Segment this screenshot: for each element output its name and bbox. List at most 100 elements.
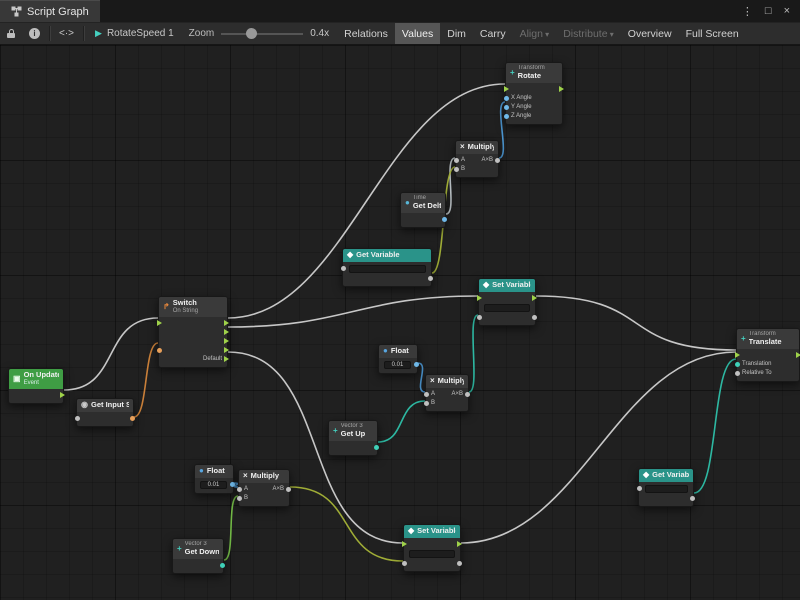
value-field[interactable] <box>484 304 530 312</box>
node-on-update[interactable]: ▣On UpdateEvent <box>8 368 64 404</box>
value-port[interactable] <box>477 315 482 320</box>
node-body: X AngleY AngleZ Angle <box>506 83 562 124</box>
node-header: ▣On UpdateEvent <box>9 369 63 389</box>
node-row <box>329 443 377 452</box>
flow-port[interactable] <box>477 295 482 301</box>
value-port[interactable] <box>454 167 459 172</box>
value-port[interactable] <box>465 392 470 397</box>
zoom-slider-thumb[interactable] <box>246 28 257 39</box>
value-port[interactable] <box>457 561 462 566</box>
float-port[interactable] <box>230 482 235 487</box>
toolbar-button-relations[interactable]: Relations <box>337 23 395 44</box>
node-multiply-top[interactable]: ×MultiplyAA×BB <box>455 140 499 178</box>
node-row <box>404 549 460 559</box>
window-menu-icon[interactable]: ⋮ <box>736 5 759 18</box>
value-port[interactable] <box>424 401 429 406</box>
value-port[interactable] <box>424 392 429 397</box>
info-button[interactable] <box>22 23 47 44</box>
node-vector3-get-up[interactable]: +Vector 3Get Up <box>328 420 378 456</box>
vector3-port[interactable] <box>220 563 225 568</box>
value-port[interactable] <box>75 416 80 421</box>
tab-script-graph[interactable]: Script Graph <box>0 0 100 22</box>
flow-port[interactable] <box>559 86 564 92</box>
info-icon <box>29 28 40 39</box>
float-port[interactable] <box>442 217 447 222</box>
flow-port[interactable] <box>224 356 229 362</box>
value-field[interactable]: 0.01 <box>200 481 227 489</box>
value-port[interactable] <box>402 561 407 566</box>
value-field[interactable] <box>645 485 688 493</box>
node-multiply-bottom[interactable]: ×MultiplyAA×BB <box>238 469 290 507</box>
node-title: Get Input String <box>91 401 129 410</box>
float-port[interactable] <box>504 105 509 110</box>
zoom-slider[interactable] <box>221 28 303 39</box>
flow-port[interactable] <box>735 352 740 358</box>
node-float-bottom[interactable]: ●Float0.01 <box>194 464 234 494</box>
flow-port[interactable] <box>504 86 509 92</box>
node-titles: TransformRotate <box>518 65 545 81</box>
node-get-variable-bottom[interactable]: ◆Get Variable <box>638 468 694 507</box>
lock-button[interactable] <box>0 23 22 44</box>
string-port[interactable] <box>130 416 135 421</box>
string-port[interactable] <box>157 348 162 353</box>
value-port[interactable] <box>286 487 291 492</box>
value-port[interactable] <box>637 486 642 491</box>
flow-port[interactable] <box>532 295 537 301</box>
node-titles: SwitchOn String <box>173 299 198 315</box>
node-subtitle: On String <box>173 308 198 315</box>
node-switch[interactable]: ↱SwitchOn StringDefault <box>158 296 228 368</box>
toolbar-button-overview[interactable]: Overview <box>621 23 679 44</box>
flow-port[interactable] <box>224 347 229 353</box>
float-port[interactable] <box>504 96 509 101</box>
flow-port[interactable] <box>224 338 229 344</box>
value-port[interactable] <box>495 158 500 163</box>
graph-breadcrumb[interactable]: ▶ RotateSpeed 1 <box>86 23 183 44</box>
graph-canvas[interactable]: +TransformRotateX AngleY AngleZ Angle×Mu… <box>0 45 800 600</box>
value-port[interactable] <box>341 266 346 271</box>
node-multiply-mid[interactable]: ×MultiplyAA×BB <box>425 374 469 412</box>
value-port[interactable] <box>454 158 459 163</box>
value-field[interactable] <box>409 550 455 558</box>
port: X Angle <box>504 95 532 101</box>
code-preview-button[interactable]: <·> <box>52 23 81 44</box>
node-row: X Angle <box>506 94 562 103</box>
float-port[interactable] <box>504 114 509 119</box>
node-vector3-get-down[interactable]: +Vector 3Get Down <box>172 538 224 574</box>
flow-port[interactable] <box>60 392 65 398</box>
node-title: Multiply <box>468 143 494 152</box>
node-get-variable-top[interactable]: ◆Get Variable <box>342 248 432 287</box>
node-rotate[interactable]: +TransformRotateX AngleY AngleZ Angle <box>505 62 563 125</box>
node-float-mid[interactable]: ●Float0.01 <box>378 344 418 374</box>
value-port[interactable] <box>735 371 740 376</box>
port: A <box>237 486 248 492</box>
value-port[interactable] <box>428 276 433 281</box>
node-get-input-string[interactable]: ◉Get Input String <box>76 398 134 427</box>
close-icon[interactable]: × <box>778 5 796 17</box>
toolbar-button-dim[interactable]: Dim <box>440 23 473 44</box>
value-port[interactable] <box>532 315 537 320</box>
flow-port[interactable] <box>224 320 229 326</box>
value-port[interactable] <box>237 496 242 501</box>
flow-port[interactable] <box>457 541 462 547</box>
node-set-variable-mid[interactable]: ◆Set Variable <box>478 278 536 326</box>
port: B <box>454 166 465 172</box>
float-port[interactable] <box>414 362 419 367</box>
vector3-port[interactable] <box>374 445 379 450</box>
node-set-variable-bottom[interactable]: ◆Set Variable <box>403 524 461 572</box>
vector3-port[interactable] <box>735 362 740 367</box>
toolbar-button-carry[interactable]: Carry <box>473 23 513 44</box>
node-get-delta-time[interactable]: ●TimeGet Delta Time <box>400 192 446 228</box>
flow-port[interactable] <box>224 329 229 335</box>
maximize-icon[interactable]: □ <box>759 5 778 17</box>
flow-port[interactable] <box>157 320 162 326</box>
value-port[interactable] <box>237 487 242 492</box>
value-field[interactable] <box>349 265 426 273</box>
value-field[interactable]: 0.01 <box>384 361 411 369</box>
value-port[interactable] <box>690 496 695 501</box>
node-translate[interactable]: +TransformTranslateTranslationRelative T… <box>736 328 800 382</box>
node-header: ◆Get Variable <box>343 249 431 262</box>
flow-port[interactable] <box>796 352 800 358</box>
toolbar-button-values[interactable]: Values <box>395 23 440 44</box>
toolbar-button-full-screen[interactable]: Full Screen <box>679 23 746 44</box>
flow-port[interactable] <box>402 541 407 547</box>
